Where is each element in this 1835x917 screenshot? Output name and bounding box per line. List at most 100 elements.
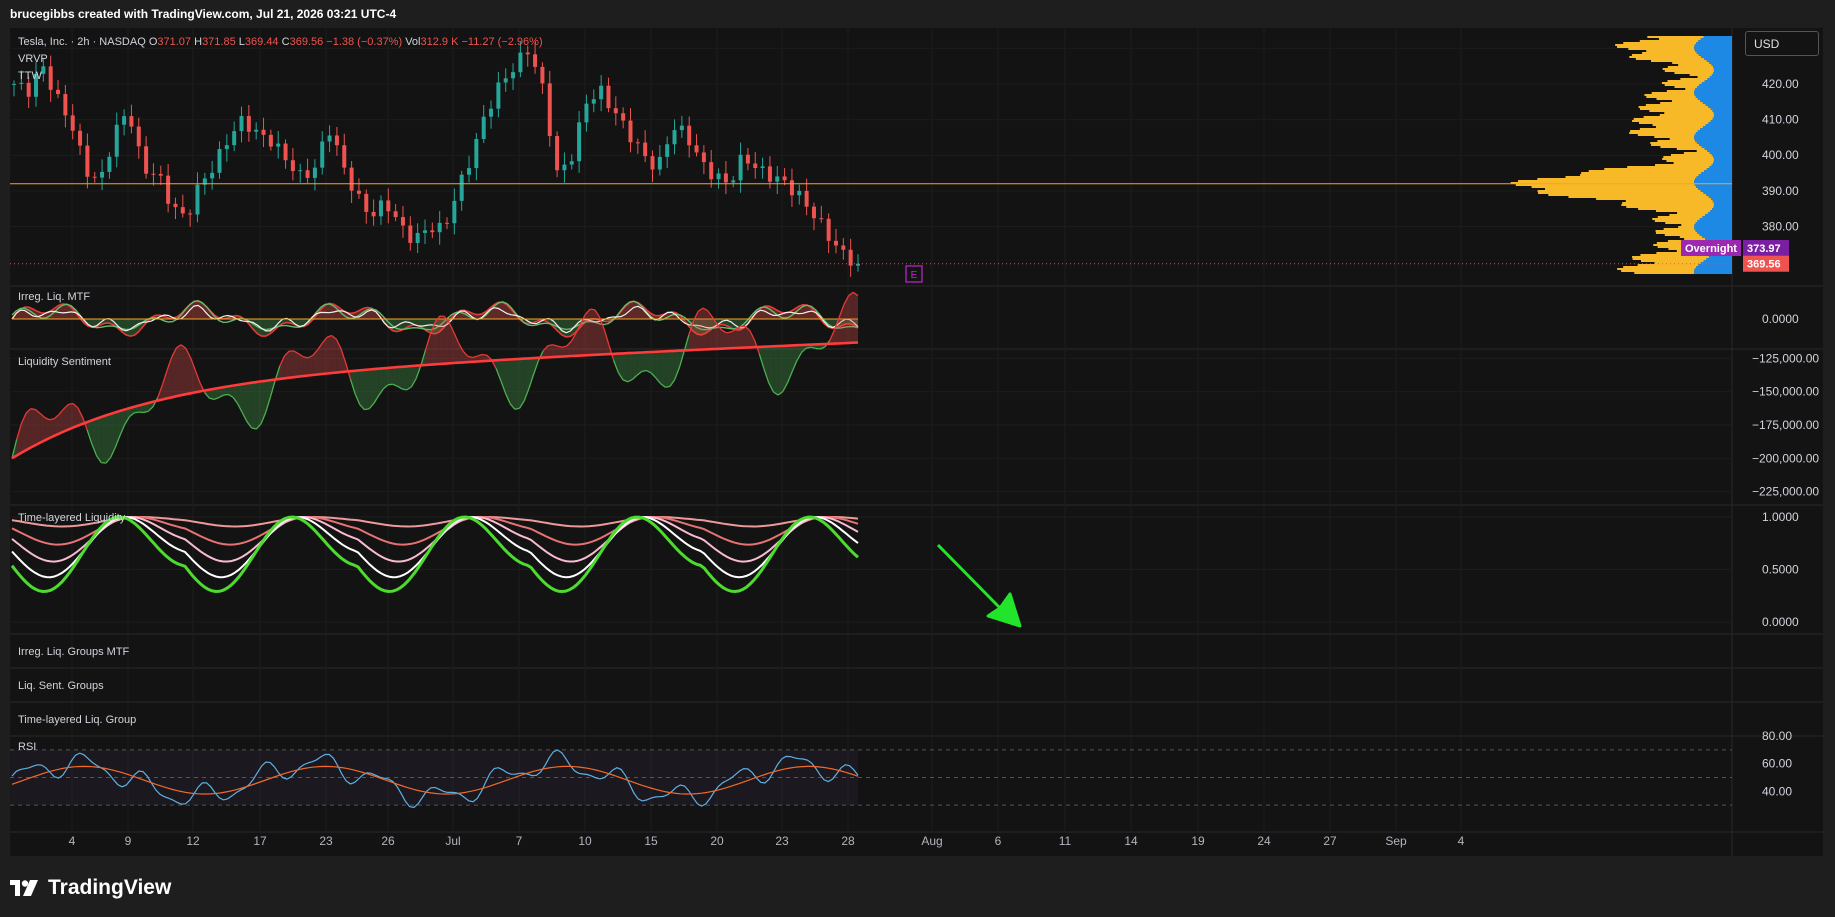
profile-bar-yellow <box>1635 58 1704 60</box>
sentiment-line <box>134 411 140 414</box>
y-axis-label: 1.0000 <box>1762 510 1799 524</box>
sentiment-fill <box>627 352 633 382</box>
candle-body <box>445 222 450 224</box>
profile-bar-yellow <box>1655 210 1711 212</box>
candle-body <box>356 190 361 194</box>
y-axis-label: 0.0000 <box>1762 312 1799 326</box>
profile-bar-blue <box>1712 66 1732 68</box>
profile-bar-yellow <box>1639 122 1709 124</box>
profile-bar-yellow <box>1655 126 1703 128</box>
legend-l-value: 369.44 <box>245 36 279 48</box>
candle-body <box>643 142 648 157</box>
profile-bar-yellow <box>1518 180 1695 182</box>
candle-body <box>745 154 750 164</box>
profile-bar-blue <box>1696 86 1732 88</box>
x-axis-label: 23 <box>319 834 333 848</box>
profile-bar-yellow <box>1639 108 1711 110</box>
chart-svg[interactable]: E 4 9 12 17 23 26 Jul 7 10 15 20 23 28 Aug 6 11 14 19 24 27… <box>10 28 1823 856</box>
profile-bar-yellow <box>1643 116 1714 118</box>
candle-body <box>107 156 112 172</box>
candle-body <box>555 136 560 171</box>
profile-bar-blue <box>1697 130 1732 132</box>
sentiment-fill <box>176 344 182 397</box>
sentiment-fill <box>510 359 515 410</box>
candle-body <box>276 143 281 147</box>
profile-bar-yellow <box>1652 218 1700 220</box>
profile-bar-yellow <box>1662 68 1714 70</box>
profile-bar-yellow <box>1660 146 1702 148</box>
profile-bar-blue <box>1695 222 1732 224</box>
sentiment-fill <box>665 351 670 388</box>
profile-bar-blue <box>1703 58 1732 60</box>
profile-bar-blue <box>1694 48 1732 50</box>
candle-body <box>547 83 552 137</box>
profile-bar-blue <box>1694 136 1732 138</box>
tradingview-logo-icon <box>10 880 38 896</box>
profile-bar-blue <box>1704 170 1732 172</box>
profile-bar-blue <box>1696 266 1732 268</box>
sentiment-fill <box>406 366 412 390</box>
candle-body <box>122 116 127 125</box>
profile-bar-blue <box>1709 166 1732 168</box>
candle-body <box>635 142 640 144</box>
candle-body <box>467 168 472 175</box>
sentiment-line <box>387 383 393 386</box>
sentiment-fill <box>402 366 407 390</box>
profile-bar-blue <box>1695 230 1732 232</box>
candle-body <box>540 66 545 84</box>
candle-body <box>371 211 376 217</box>
tradingview-logo[interactable]: TradingView <box>10 874 171 902</box>
sentiment-fill <box>35 409 41 446</box>
candle-body <box>268 134 273 147</box>
sentiment-line <box>806 346 812 349</box>
candle-body <box>767 166 772 182</box>
sentiment-fill <box>444 316 450 364</box>
ohlc-legend: Tesla, Inc. · 2h · NASDAQ O371.07 H371.8… <box>18 36 543 48</box>
candle-body <box>679 125 684 131</box>
profile-bar-blue <box>1713 116 1732 118</box>
profile-bar-blue <box>1694 272 1732 274</box>
profile-bar-yellow <box>1637 134 1695 136</box>
candle-body <box>584 103 589 123</box>
candle-body <box>775 176 780 182</box>
chart-frame[interactable]: E 4 9 12 17 23 26 Jul 7 10 15 20 23 28 Aug 6 11 14 19 24 27… <box>10 28 1823 856</box>
sentiment-fill <box>435 316 440 365</box>
profile-bar-blue <box>1696 42 1732 44</box>
sentiment-line <box>401 388 407 391</box>
profile-bar-yellow <box>1625 200 1713 202</box>
profile-bar-yellow <box>1651 144 1700 146</box>
profile-bar-yellow <box>1672 62 1710 64</box>
sentiment-fill <box>702 308 708 350</box>
y-axis-label: −175,000.00 <box>1752 418 1819 432</box>
candle-body <box>459 174 464 201</box>
candle-body <box>650 156 655 170</box>
candle-body <box>569 161 574 165</box>
profile-bar-yellow <box>1676 148 1705 150</box>
profile-bar-yellow <box>1654 220 1698 222</box>
profile-bar-blue <box>1709 62 1732 64</box>
profile-bar-yellow <box>1678 226 1695 228</box>
profile-bar-blue <box>1706 194 1732 196</box>
y-axis-label: 380.00 <box>1762 220 1799 234</box>
earnings-label: E <box>911 270 918 281</box>
profile-bar-blue <box>1697 98 1732 100</box>
profile-bar-blue <box>1695 88 1732 90</box>
profile-bar-yellow <box>1679 236 1703 238</box>
profile-bar-blue <box>1713 72 1732 74</box>
profile-bar-blue <box>1707 212 1732 214</box>
sentiment-line <box>815 347 821 350</box>
profile-bar-blue <box>1699 218 1732 220</box>
profile-bar-yellow <box>1669 214 1706 216</box>
profile-bar-blue <box>1705 238 1732 240</box>
profile-bar-yellow <box>1661 82 1702 84</box>
candle-body <box>129 116 134 127</box>
y-axis-label: 410.00 <box>1762 113 1799 127</box>
x-axis-label: 14 <box>1124 834 1138 848</box>
profile-bar-yellow <box>1626 206 1714 208</box>
profile-bar-blue <box>1695 140 1732 142</box>
x-axis-label: 23 <box>775 834 789 848</box>
currency-button[interactable]: USD <box>1745 31 1819 56</box>
candle-body <box>430 230 435 233</box>
profile-bar-blue <box>1709 152 1732 154</box>
profile-bar-yellow <box>1632 258 1707 260</box>
